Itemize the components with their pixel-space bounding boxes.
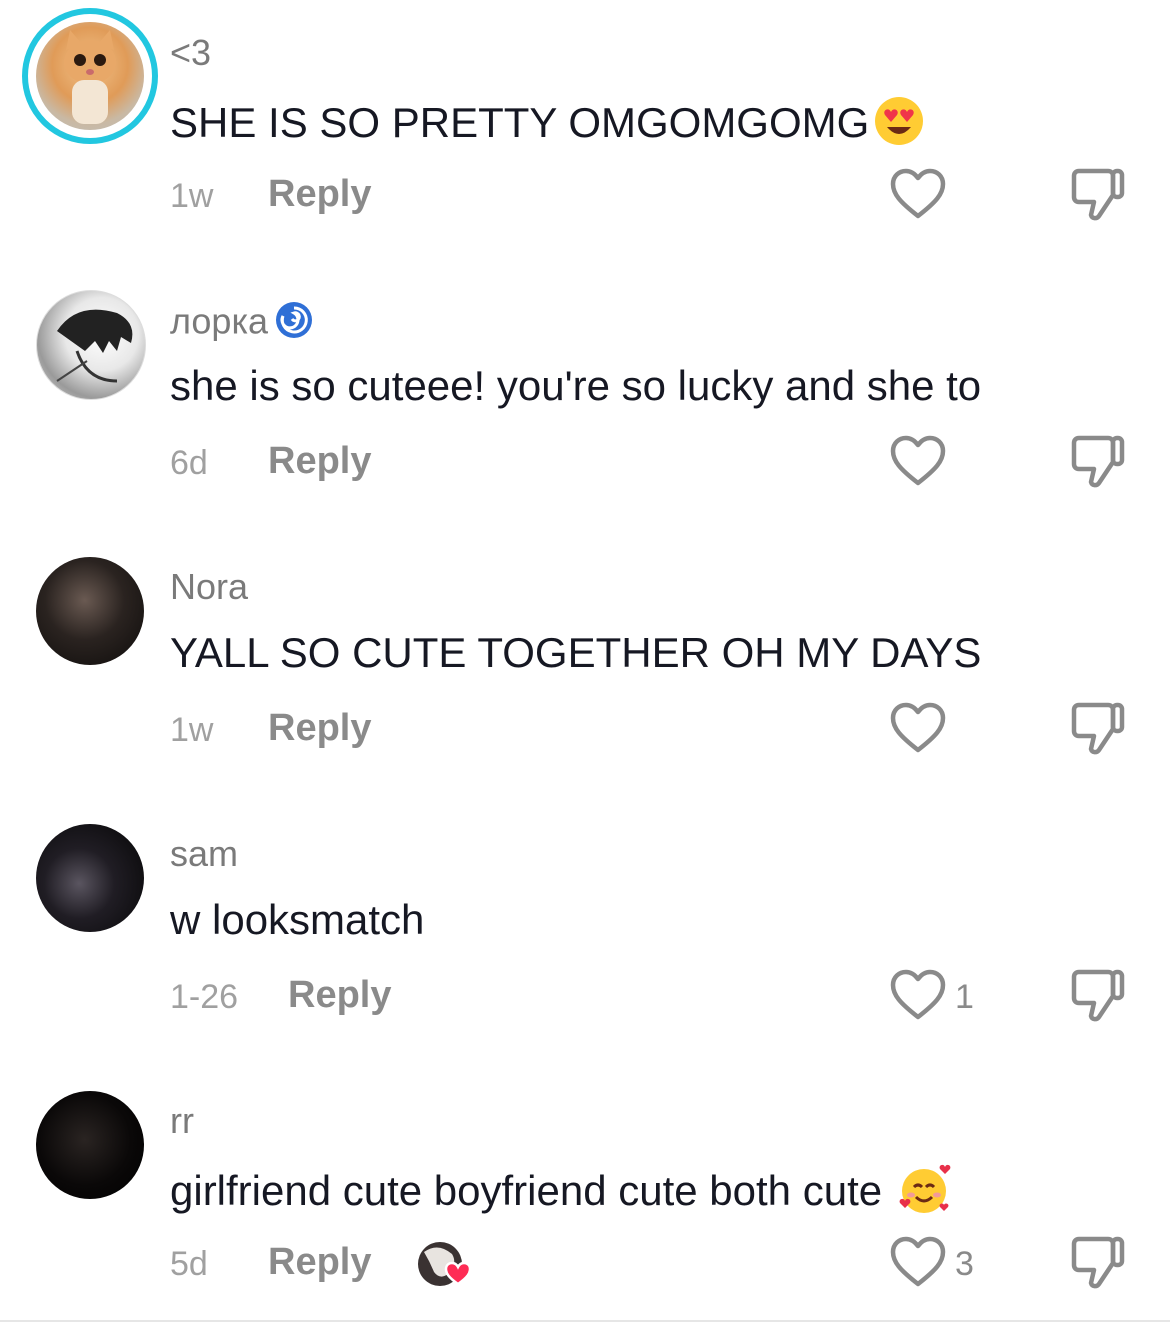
- timestamp: 6d: [170, 444, 208, 482]
- username[interactable]: rr: [170, 1101, 194, 1141]
- heart-eyes-emoji-icon: [873, 95, 925, 157]
- timestamp: 1w: [170, 177, 214, 215]
- smiling-face-with-hearts-emoji-icon: [896, 1163, 952, 1225]
- comment-item: лорка she is so cuteee! you're so lucky …: [0, 267, 1170, 534]
- thumbs-down-icon[interactable]: [1068, 1236, 1126, 1290]
- thumbs-down-icon[interactable]: [1068, 969, 1126, 1023]
- timestamp: 5d: [170, 1245, 208, 1283]
- reply-button[interactable]: Reply: [268, 1240, 371, 1284]
- heart-outline-icon[interactable]: [890, 702, 946, 754]
- avatar[interactable]: [36, 557, 144, 665]
- cat-avatar-image: [36, 22, 144, 130]
- cyclone-emoji-icon: [274, 300, 314, 348]
- like-count: 3: [955, 1245, 974, 1283]
- timestamp: 1w: [170, 711, 214, 749]
- avatar[interactable]: [36, 290, 146, 400]
- username[interactable]: Nora: [170, 567, 248, 607]
- comment-text: she is so cuteee! you're so lucky and sh…: [170, 362, 982, 409]
- comment-text: girlfriend cute boyfriend cute both cute: [170, 1163, 952, 1225]
- divider: [0, 1320, 1170, 1322]
- comment-item: sam w looksmatch 1-26 Reply 1: [0, 801, 1170, 1068]
- reply-button[interactable]: Reply: [268, 439, 371, 483]
- heart-outline-icon[interactable]: [890, 1236, 946, 1288]
- comment-text-body: girlfriend cute boyfriend cute both cute: [170, 1167, 883, 1215]
- avatar[interactable]: [36, 1091, 144, 1199]
- thumbs-down-icon[interactable]: [1068, 435, 1126, 489]
- like-count: 1: [955, 978, 974, 1016]
- username[interactable]: sam: [170, 834, 238, 874]
- heart-outline-icon[interactable]: [890, 969, 946, 1021]
- username-text: лорка: [170, 300, 269, 342]
- heart-outline-icon[interactable]: [890, 168, 946, 220]
- heart-outline-icon[interactable]: [890, 435, 946, 487]
- reply-button[interactable]: Reply: [268, 172, 371, 216]
- thumbs-down-icon[interactable]: [1068, 702, 1126, 756]
- comment-item: <3 SHE IS SO PRETTY OMGOMGOMG 1w Reply: [0, 0, 1170, 267]
- creator-liked-avatar-icon: [418, 1242, 472, 1286]
- timestamp: 1-26: [170, 978, 239, 1016]
- comment-text-body: SHE IS SO PRETTY OMGOMGOMG: [170, 99, 870, 147]
- comment-text: SHE IS SO PRETTY OMGOMGOMG: [170, 95, 925, 157]
- thumbs-down-icon[interactable]: [1068, 168, 1126, 222]
- comment-item: Nora YALL SO CUTE TOGETHER OH MY DAYS 1w…: [0, 534, 1170, 801]
- avatar[interactable]: [36, 824, 144, 932]
- username[interactable]: лорка: [170, 300, 314, 348]
- comment-text: w looksmatch: [170, 896, 425, 943]
- reply-button[interactable]: Reply: [268, 706, 371, 750]
- comment-item: rr girlfriend cute boyfriend cute both c…: [0, 1068, 1170, 1335]
- avatar[interactable]: [22, 8, 158, 144]
- username[interactable]: <3: [170, 33, 211, 73]
- comment-text: YALL SO CUTE TOGETHER OH MY DAYS: [170, 629, 982, 676]
- reply-button[interactable]: Reply: [288, 973, 391, 1017]
